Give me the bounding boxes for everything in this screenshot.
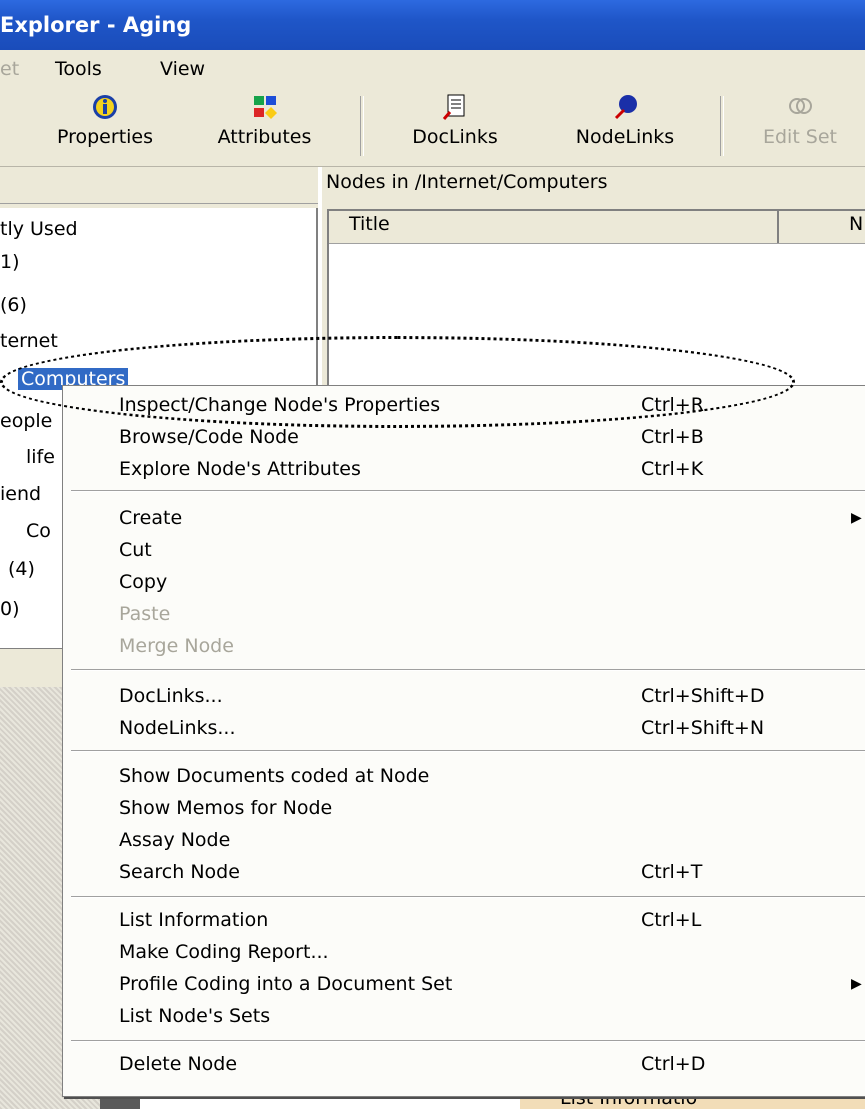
menu-item-create[interactable]: Create ▶ — [63, 502, 865, 534]
menu-separator — [71, 490, 865, 492]
menu-tools[interactable]: Tools — [55, 50, 102, 88]
menu-label: Create — [119, 507, 183, 529]
menu-item-cut[interactable]: Cut — [63, 534, 865, 566]
menu-label: Copy — [119, 571, 168, 593]
list-column-header: Title N — [329, 211, 865, 244]
menu-item-list-information[interactable]: List Information Ctrl+L — [63, 904, 865, 936]
toolbar-button-label: DocLinks — [412, 126, 498, 148]
tree-item[interactable]: (6) — [0, 294, 27, 316]
menu-item-show-memos[interactable]: Show Memos for Node — [63, 792, 865, 824]
menu-item-nodelinks[interactable]: NodeLinks... Ctrl+Shift+N — [63, 712, 865, 744]
menu-item-profile-coding[interactable]: Profile Coding into a Document Set ▶ — [63, 968, 865, 1000]
menu-label: List Node's Sets — [119, 1005, 271, 1027]
window-title-bar: Explorer - Aging — [0, 0, 865, 50]
menu-label: Delete Node — [119, 1053, 238, 1075]
info-icon — [35, 92, 175, 122]
menu-item-copy[interactable]: Copy — [63, 566, 865, 598]
menu-label: Browse/Code Node — [119, 426, 299, 448]
menu-item-show-documents[interactable]: Show Documents coded at Node — [63, 760, 865, 792]
list-pane-title: Nodes in /Internet/Computers — [326, 171, 608, 193]
window-title: Explorer - Aging — [0, 13, 192, 37]
menu-label: List Information — [119, 909, 269, 931]
column-divider[interactable] — [777, 211, 779, 243]
menu-item-paste[interactable]: Paste — [63, 598, 865, 630]
menu-label: Cut — [119, 539, 152, 561]
menu-label: Merge Node — [119, 635, 234, 657]
tree-item[interactable]: (4) — [8, 558, 35, 580]
menu-label: DocLinks... — [119, 685, 223, 707]
menu-view[interactable]: View — [160, 50, 205, 88]
menu-shortcut: Ctrl+D — [641, 1053, 706, 1075]
context-menu: Inspect/Change Node's Properties Ctrl+R B… — [62, 385, 865, 1097]
toolbar-separator — [360, 96, 364, 156]
menu-label: Explore Node's Attributes — [119, 458, 361, 480]
toolbar-button-label: Attributes — [217, 126, 312, 148]
tree-item[interactable]: ternet — [0, 330, 58, 352]
menu-label: Assay Node — [119, 829, 231, 851]
menu-bar: et Tools View — [0, 50, 865, 88]
menu-item-inspect-properties[interactable]: Inspect/Change Node's Properties Ctrl+R — [63, 389, 865, 421]
menu-item-merge-node[interactable]: Merge Node — [63, 630, 865, 662]
menu-shortcut: Ctrl+Shift+N — [641, 717, 765, 739]
menu-label: NodeLinks... — [119, 717, 236, 739]
menu-separator — [71, 669, 865, 671]
menu-item-list-node-sets[interactable]: List Node's Sets — [63, 1000, 865, 1032]
menu-label: Search Node — [119, 861, 240, 883]
column-n[interactable]: N — [849, 213, 863, 235]
tree-item[interactable]: Co — [26, 520, 51, 542]
menu-separator — [71, 896, 865, 898]
menu-shortcut: Ctrl+L — [641, 909, 702, 931]
tree-item[interactable]: 0) — [0, 598, 20, 620]
toolbar-button-label: NodeLinks — [575, 126, 675, 148]
menu-item-browse-code-node[interactable]: Browse/Code Node Ctrl+B — [63, 421, 865, 453]
submenu-arrow-icon: ▶ — [851, 510, 862, 526]
edit-set-button[interactable]: Edit Set — [730, 92, 865, 162]
edit-set-icon — [730, 92, 865, 122]
menu-label: Profile Coding into a Document Set — [119, 973, 453, 995]
menu-item-delete-node[interactable]: Delete Node Ctrl+D — [63, 1048, 865, 1080]
tree-item[interactable]: life — [26, 446, 55, 468]
tree-item[interactable]: 1) — [0, 251, 20, 273]
menu-separator — [71, 750, 865, 752]
menu-label: Show Memos for Node — [119, 797, 333, 819]
attributes-button[interactable]: Attributes — [192, 92, 337, 162]
menu-shortcut: Ctrl+R — [641, 394, 704, 416]
toolbar-button-label: Properties — [56, 126, 154, 148]
properties-button[interactable]: Properties — [35, 92, 175, 162]
tree-item[interactable]: eople — [0, 410, 52, 432]
nodelinks-icon — [545, 92, 705, 122]
tree-header — [0, 167, 318, 204]
menu-shortcut: Ctrl+T — [641, 861, 703, 883]
menu-label: Inspect/Change Node's Properties — [119, 394, 441, 416]
menu-shortcut: Ctrl+K — [641, 458, 704, 480]
toolbar-separator — [720, 96, 724, 156]
doclinks-button[interactable]: DocLinks — [385, 92, 525, 162]
nodelinks-button[interactable]: NodeLinks — [545, 92, 705, 162]
menu-item-make-coding-report[interactable]: Make Coding Report... — [63, 936, 865, 968]
menu-label: Make Coding Report... — [119, 941, 329, 963]
menu-item-doclinks[interactable]: DocLinks... Ctrl+Shift+D — [63, 680, 865, 712]
attributes-icon — [192, 92, 337, 122]
menu-label: Show Documents coded at Node — [119, 765, 430, 787]
column-title[interactable]: Title — [349, 213, 390, 235]
doclinks-icon — [385, 92, 525, 122]
menu-shortcut: Ctrl+Shift+D — [641, 685, 765, 707]
tree-item[interactable]: tly Used — [0, 218, 78, 240]
menu-set[interactable]: et — [0, 50, 19, 88]
submenu-arrow-icon: ▶ — [851, 976, 862, 992]
toolbar: Properties Attributes DocLinks NodeLinks… — [0, 88, 865, 167]
menu-shortcut: Ctrl+B — [641, 426, 704, 448]
tree-item[interactable]: iend — [0, 483, 41, 505]
toolbar-button-label: Edit Set — [762, 126, 838, 148]
menu-separator — [71, 1040, 865, 1042]
menu-item-assay-node[interactable]: Assay Node — [63, 824, 865, 856]
menu-item-explore-attributes[interactable]: Explore Node's Attributes Ctrl+K — [63, 453, 865, 485]
menu-item-search-node[interactable]: Search Node Ctrl+T — [63, 856, 865, 888]
menu-label: Paste — [119, 603, 171, 625]
